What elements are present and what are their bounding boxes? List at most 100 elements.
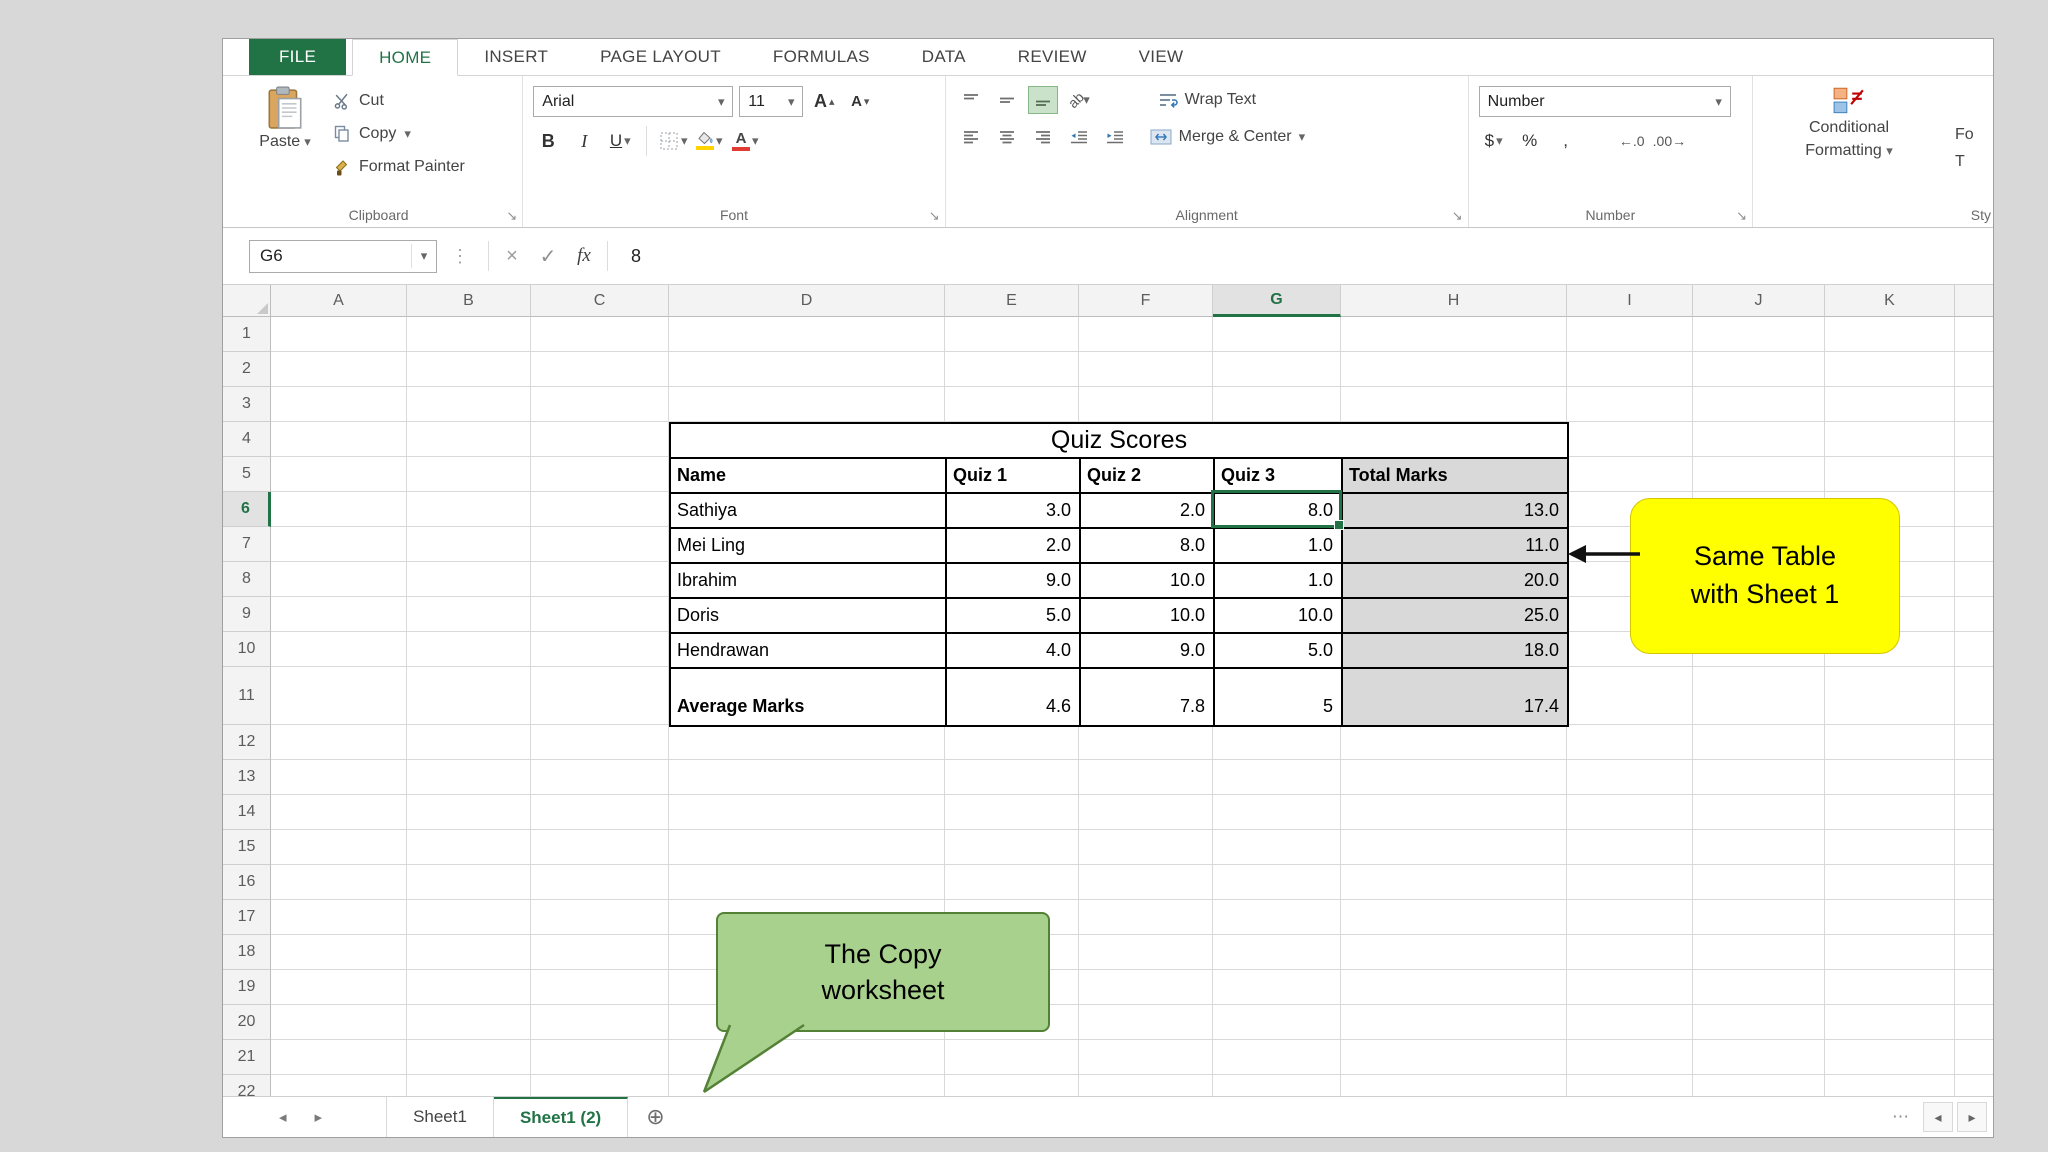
cell-B2[interactable] bbox=[407, 352, 531, 387]
cell-H2[interactable] bbox=[1341, 352, 1567, 387]
paste-button[interactable]: Paste ▾ bbox=[245, 84, 325, 201]
cell-K16[interactable] bbox=[1825, 865, 1955, 900]
percent-style-button[interactable]: % bbox=[1515, 126, 1545, 156]
tab-home[interactable]: HOME bbox=[352, 39, 459, 76]
cell-A14[interactable] bbox=[271, 795, 407, 830]
cell-J20[interactable] bbox=[1693, 1005, 1825, 1040]
top-align-button[interactable] bbox=[956, 86, 986, 114]
column-header-G[interactable]: G bbox=[1213, 285, 1341, 317]
cell-B5[interactable] bbox=[407, 457, 531, 492]
cell-G16[interactable] bbox=[1213, 865, 1341, 900]
cell-H22[interactable] bbox=[1341, 1075, 1567, 1096]
cell-K12[interactable] bbox=[1825, 725, 1955, 760]
cell-E3[interactable] bbox=[945, 387, 1079, 422]
cell-B11[interactable] bbox=[407, 667, 531, 725]
bold-button[interactable]: B bbox=[533, 126, 563, 156]
cell-J3[interactable] bbox=[1693, 387, 1825, 422]
row-header-16[interactable]: 16 bbox=[223, 865, 271, 900]
cell-I14[interactable] bbox=[1567, 795, 1693, 830]
name-box[interactable]: G6 ▾ bbox=[249, 239, 437, 273]
table-cell[interactable]: 5.0 bbox=[1215, 634, 1343, 669]
cell-H17[interactable] bbox=[1341, 900, 1567, 935]
cell-H15[interactable] bbox=[1341, 830, 1567, 865]
cell-B10[interactable] bbox=[407, 632, 531, 667]
cell-A21[interactable] bbox=[271, 1040, 407, 1075]
row-header-11[interactable]: 11 bbox=[223, 667, 271, 725]
selected-cell-outline[interactable] bbox=[1211, 490, 1344, 530]
sheet-tab-sheet1[interactable]: Sheet1 bbox=[386, 1097, 494, 1137]
column-header-E[interactable]: E bbox=[945, 285, 1079, 317]
increase-indent-button[interactable] bbox=[1100, 123, 1130, 151]
cell-D2[interactable] bbox=[669, 352, 945, 387]
format-painter-button[interactable]: Format Painter bbox=[333, 152, 465, 182]
cell-D12[interactable] bbox=[669, 725, 945, 760]
cell-F2[interactable] bbox=[1079, 352, 1213, 387]
insert-function-button[interactable]: fx bbox=[566, 241, 602, 271]
cell-J1[interactable] bbox=[1693, 317, 1825, 352]
row-header-2[interactable]: 2 bbox=[223, 352, 271, 387]
cell-A2[interactable] bbox=[271, 352, 407, 387]
decrease-font-size-button[interactable]: A ▾ bbox=[845, 87, 875, 117]
cell-C1[interactable] bbox=[531, 317, 669, 352]
row-header-14[interactable]: 14 bbox=[223, 795, 271, 830]
cell-I18[interactable] bbox=[1567, 935, 1693, 970]
cell-K4[interactable] bbox=[1825, 422, 1955, 457]
tab-page-layout[interactable]: PAGE LAYOUT bbox=[574, 39, 747, 75]
cell-B14[interactable] bbox=[407, 795, 531, 830]
select-all-corner[interactable] bbox=[223, 285, 271, 317]
cell-H16[interactable] bbox=[1341, 865, 1567, 900]
cell-E2[interactable] bbox=[945, 352, 1079, 387]
cell-C14[interactable] bbox=[531, 795, 669, 830]
cell-B8[interactable] bbox=[407, 562, 531, 597]
cell-K14[interactable] bbox=[1825, 795, 1955, 830]
column-header-A[interactable]: A bbox=[271, 285, 407, 317]
cell-B20[interactable] bbox=[407, 1005, 531, 1040]
cell-I11[interactable] bbox=[1567, 667, 1693, 725]
dialog-launcher-icon[interactable]: ↘ bbox=[506, 208, 517, 224]
increase-font-size-button[interactable]: A ▴ bbox=[809, 87, 839, 117]
font-color-button[interactable]: A ▾ bbox=[730, 126, 760, 156]
cell-A11[interactable] bbox=[271, 667, 407, 725]
cell-G15[interactable] bbox=[1213, 830, 1341, 865]
cell-F13[interactable] bbox=[1079, 760, 1213, 795]
cell-A7[interactable] bbox=[271, 527, 407, 562]
tab-insert[interactable]: INSERT bbox=[458, 39, 574, 75]
table-cell[interactable]: 10.0 bbox=[1081, 599, 1215, 634]
cell-J14[interactable] bbox=[1693, 795, 1825, 830]
cell-H1[interactable] bbox=[1341, 317, 1567, 352]
cell-C21[interactable] bbox=[531, 1040, 669, 1075]
cell-A6[interactable] bbox=[271, 492, 407, 527]
cell-J19[interactable] bbox=[1693, 970, 1825, 1005]
cell-C17[interactable] bbox=[531, 900, 669, 935]
cell-G18[interactable] bbox=[1213, 935, 1341, 970]
cell-B19[interactable] bbox=[407, 970, 531, 1005]
cell-K13[interactable] bbox=[1825, 760, 1955, 795]
table-cell[interactable]: 1.0 bbox=[1215, 529, 1343, 564]
chevron-down-icon[interactable]: ▾ bbox=[752, 133, 759, 149]
underline-button[interactable]: U ▾ bbox=[605, 126, 635, 156]
table-cell[interactable]: 8.0 bbox=[1081, 529, 1215, 564]
cell-C13[interactable] bbox=[531, 760, 669, 795]
cell-G14[interactable] bbox=[1213, 795, 1341, 830]
align-center-button[interactable] bbox=[992, 123, 1022, 151]
cell-A19[interactable] bbox=[271, 970, 407, 1005]
cell-J21[interactable] bbox=[1693, 1040, 1825, 1075]
row-header-3[interactable]: 3 bbox=[223, 387, 271, 422]
cell-A10[interactable] bbox=[271, 632, 407, 667]
chevron-down-icon[interactable]: ▾ bbox=[404, 126, 411, 142]
confirm-entry-button[interactable]: ✓ bbox=[530, 241, 566, 271]
middle-align-button[interactable] bbox=[992, 86, 1022, 114]
table-cell[interactable]: 10.0 bbox=[1081, 564, 1215, 599]
cell-C20[interactable] bbox=[531, 1005, 669, 1040]
cell-F12[interactable] bbox=[1079, 725, 1213, 760]
cell-A15[interactable] bbox=[271, 830, 407, 865]
cell-A8[interactable] bbox=[271, 562, 407, 597]
cell-F17[interactable] bbox=[1079, 900, 1213, 935]
row-header-17[interactable]: 17 bbox=[223, 900, 271, 935]
cell-A20[interactable] bbox=[271, 1005, 407, 1040]
cell-A22[interactable] bbox=[271, 1075, 407, 1096]
conditional-formatting-button[interactable]: Conditional Formatting ▾ bbox=[1763, 86, 1935, 201]
cell-J13[interactable] bbox=[1693, 760, 1825, 795]
chevron-down-icon[interactable]: ▾ bbox=[412, 248, 436, 264]
cell-B16[interactable] bbox=[407, 865, 531, 900]
